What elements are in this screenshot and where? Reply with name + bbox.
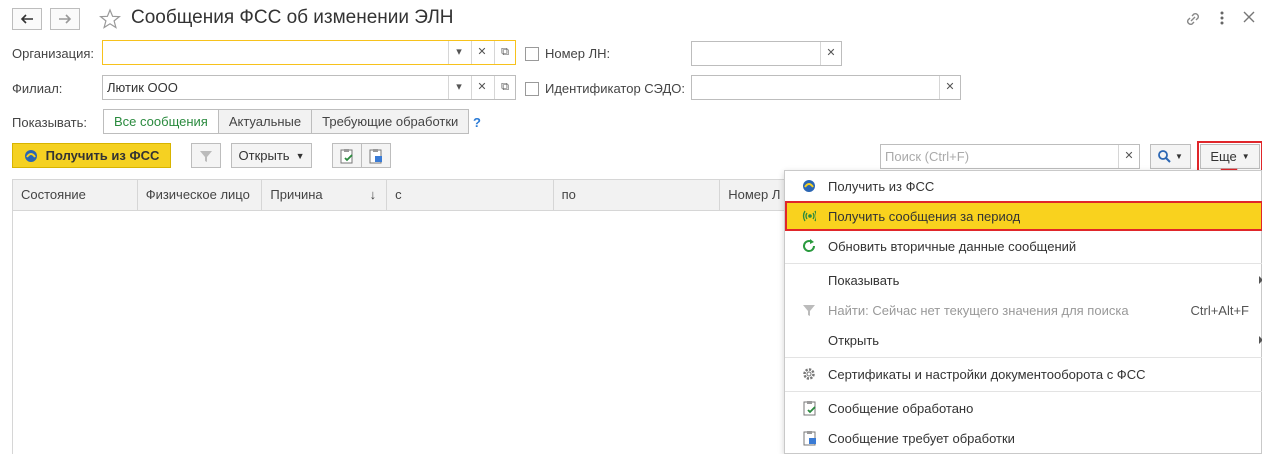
table-header: Состояние Физическое лицо Причина ↓ с по… [12,179,802,211]
menu-item-open[interactable]: Открыть [785,325,1262,355]
tab-requiring-processing[interactable]: Требующие обработки [312,109,470,134]
menu-item-certificates-settings[interactable]: Сертификаты и настройки документооборота… [785,359,1262,389]
more-menu: Получить из ФСС Получить сообщения за пе… [784,170,1262,454]
branch-dropdown-button[interactable]: ▾ [448,76,469,99]
fss-logo-icon [24,149,38,163]
menu-item-label: Обновить вторичные данные сообщений [828,238,1077,254]
org-open-button[interactable]: ⧉ [494,41,515,64]
filter-icon [200,150,212,162]
col-reason-label: Причина [270,187,323,202]
menu-item-get-from-fss[interactable]: Получить из ФСС [785,171,1262,201]
help-icon[interactable]: ? [473,115,481,130]
chevron-down-icon: ▼ [295,150,305,161]
fss-logo-icon [802,179,816,193]
tab-all-messages[interactable]: Все сообщения [103,109,219,134]
sedo-clear-button[interactable]: ✕ [939,76,960,99]
page-title: Сообщения ФСС об изменении ЭЛН [131,7,454,28]
show-tabs: Все сообщения Актуальные Требующие обраб… [103,109,470,134]
col-person[interactable]: Физическое лицо [138,180,263,210]
gear-icon [802,367,816,381]
menu-separator [785,263,1262,264]
menu-item-shortcut: Ctrl+Alt+F [1190,302,1249,318]
ln-checkbox[interactable] [525,47,539,61]
search-clear-button[interactable]: ✕ [1118,145,1139,168]
branch-label: Филиал: [12,81,63,96]
menu-item-get-messages-for-period[interactable]: Получить сообщения за период [785,201,1262,231]
arrow-right-icon [59,14,72,24]
menu-separator [785,391,1262,392]
branch-clear-button[interactable]: ✕ [471,76,492,99]
open-label: Открыть [238,148,290,163]
menu-item-label: Показывать [828,272,900,288]
org-field[interactable]: ▾ ✕ ⧉ [102,40,516,65]
menu-item-label: Открыть [828,332,880,348]
search-placeholder: Поиск (Ctrl+F) [885,149,970,164]
close-window-icon[interactable] [1243,11,1255,26]
more-label: Еще [1210,149,1237,164]
branch-value: Лютик ООО [107,80,178,95]
ln-clear-button[interactable]: ✕ [820,42,841,65]
sedo-field[interactable]: ✕ [691,75,961,100]
more-chevron-icon: ▼ [1241,152,1250,161]
sedo-checkbox[interactable] [525,82,539,96]
org-label: Организация: [12,46,95,61]
more-vertical-icon[interactable] [1219,10,1225,29]
branch-open-button[interactable]: ⧉ [494,76,515,99]
back-button[interactable] [12,8,42,30]
table-body[interactable] [12,211,802,454]
search-icon [1158,150,1171,163]
col-to[interactable]: по [554,180,721,210]
mark-processed-button[interactable] [332,143,362,168]
mark-needs-processing-button[interactable] [361,143,391,168]
tab-actual[interactable]: Актуальные [218,109,313,134]
arrow-left-icon [20,14,33,24]
search-button[interactable]: ▼ [1150,144,1191,169]
col-state[interactable]: Состояние [13,180,138,210]
menu-item-label: Сертификаты и настройки документооборота… [828,366,1146,382]
link-icon[interactable] [1184,10,1202,31]
menu-item-label: Сообщение обработано [828,400,974,416]
search-dropdown-icon: ▼ [1175,152,1183,161]
menu-item-label: Получить из ФСС [828,178,935,194]
clipboard-edit-icon [802,431,816,446]
search-input[interactable]: Поиск (Ctrl+F) ✕ [880,144,1140,169]
menu-item-find[interactable]: Найти: Сейчас нет текущего значения для … [785,295,1262,325]
org-clear-button[interactable]: ✕ [471,41,492,64]
sort-arrow-icon: ↓ [369,187,377,202]
get-from-fss-label: Получить из ФСС [45,148,160,163]
menu-separator [785,357,1262,358]
menu-item-show[interactable]: Показывать [785,265,1262,295]
col-reason[interactable]: Причина ↓ [262,180,388,210]
clipboard-edit-icon [369,148,382,163]
menu-item-label: Сообщение требует обработки [828,430,1015,446]
org-dropdown-button[interactable]: ▾ [448,41,469,64]
filter-button[interactable] [191,143,221,168]
show-label: Показывать: [12,115,87,130]
forward-button[interactable] [50,8,80,30]
clipboard-check-icon [340,148,353,163]
get-from-fss-button[interactable]: Получить из ФСС [12,143,171,168]
branch-field[interactable]: Лютик ООО ▾ ✕ ⧉ [102,75,516,100]
menu-item-message-processed[interactable]: Сообщение обработано [785,393,1262,423]
menu-item-label: Найти: Сейчас нет текущего значения для … [828,302,1129,318]
favorite-star-icon[interactable] [98,8,122,33]
menu-item-label: Получить сообщения за период [828,208,1021,224]
more-button[interactable]: Еще ▼ [1197,141,1262,172]
open-button[interactable]: Открыть ▼ [231,143,312,168]
col-from[interactable]: с [387,180,554,210]
clipboard-check-icon [802,401,816,416]
refresh-icon [802,239,816,253]
broadcast-icon [802,209,816,223]
ln-label: Номер ЛН: [545,46,611,61]
sedo-label: Идентификатор СЭДО: [545,81,685,96]
menu-item-message-needs-processing[interactable]: Сообщение требует обработки [785,423,1262,453]
ln-field[interactable]: ✕ [691,41,842,66]
filter-icon [802,303,816,317]
menu-item-refresh-secondary[interactable]: Обновить вторичные данные сообщений [785,231,1262,261]
